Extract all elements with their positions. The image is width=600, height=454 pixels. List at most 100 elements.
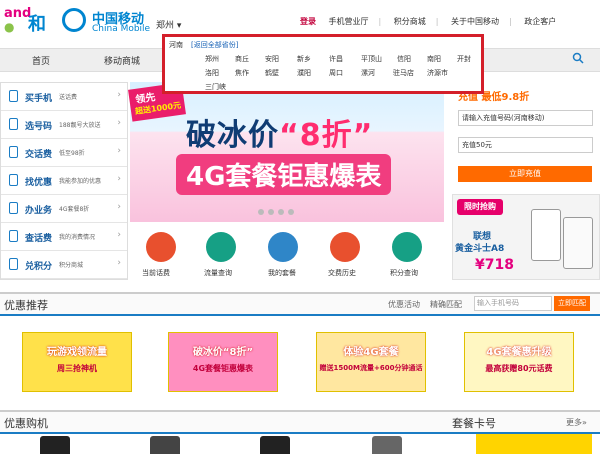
menu-pick-number[interactable]: 选号码 188靓号大放送 › xyxy=(1,111,127,139)
nav-mall[interactable]: 移动商城 xyxy=(104,54,140,67)
phone-image xyxy=(563,217,593,269)
nav-home[interactable]: 首页 xyxy=(32,54,50,67)
banner-subheadline: 4G套餐钜惠爆表 xyxy=(176,154,392,195)
chevron-right-icon: › xyxy=(117,230,121,240)
left-menu: 买手机 送话费 › 选号码 188靓号大放送 › 交话费 低至98折 › 找优惠 我能参加的优… xyxy=(0,82,128,280)
back-to-provinces-link[interactable]: [返回全部省份] xyxy=(191,40,238,50)
chevron-right-icon: › xyxy=(117,90,121,100)
phones-section-header: 优惠购机 套餐卡号 更多» xyxy=(0,410,600,434)
city-option[interactable]: 开封 xyxy=(457,54,471,64)
quick-label-history[interactable]: 交费历史 xyxy=(328,268,356,278)
flash-sale-badge: 限时抢购 xyxy=(457,199,503,215)
menu-check-bill[interactable]: 查话费 我的消费情况 › xyxy=(1,223,127,251)
city-option[interactable]: 漯河 xyxy=(361,68,375,78)
city-option[interactable]: 驻马店 xyxy=(393,68,414,78)
quick-label-data[interactable]: 流量查询 xyxy=(204,268,232,278)
quick-label-points[interactable]: 积分查询 xyxy=(390,268,418,278)
and-logo[interactable]: and ● 和 xyxy=(4,6,48,35)
menu-redeem-points[interactable]: 兑积分 积分商城 › xyxy=(1,251,127,279)
gift-icon xyxy=(9,258,18,270)
current-bill-icon[interactable] xyxy=(146,232,176,262)
payment-history-icon[interactable] xyxy=(330,232,360,262)
search-icon[interactable] xyxy=(572,52,584,64)
my-plan-icon[interactable] xyxy=(268,232,298,262)
menu-find-deals[interactable]: 找优惠 我能参加的优惠 › xyxy=(1,167,127,195)
menu-pay-bill[interactable]: 交话费 低至98折 › xyxy=(1,139,127,167)
city-option[interactable]: 周口 xyxy=(329,68,343,78)
about-link[interactable]: 关于中国移动 xyxy=(451,17,499,26)
city-option[interactable]: 焦作 xyxy=(235,68,249,78)
data-usage-icon[interactable] xyxy=(206,232,236,262)
bill-icon xyxy=(9,146,18,158)
logo-he: 和 xyxy=(28,14,46,35)
city-option[interactable]: 信阳 xyxy=(397,54,411,64)
recharge-amount-select[interactable]: 充值50元 xyxy=(458,137,593,153)
top-links: 登录 手机营业厅 | 积分商城 | 关于中国移动 | 政企客户 xyxy=(300,17,557,26)
chevron-right-icon: › xyxy=(117,258,121,268)
phone-promo-card[interactable]: 限时抢购 联想 黄金斗士A8 ¥718 xyxy=(452,194,600,280)
mobile-hall-link[interactable]: 手机营业厅 xyxy=(329,17,369,26)
phone-thumbnail[interactable] xyxy=(260,436,290,454)
city-option[interactable]: 平顶山 xyxy=(361,54,382,64)
city-option[interactable]: 濮阳 xyxy=(297,68,311,78)
enterprise-link[interactable]: 政企客户 xyxy=(524,17,556,26)
city-option[interactable]: 鹤壁 xyxy=(265,68,279,78)
phone-thumbnail[interactable] xyxy=(372,436,402,454)
chevron-right-icon: › xyxy=(117,118,121,128)
promo-card[interactable]: 体验4G套餐 赠送1500M流量+600分钟通话 xyxy=(316,332,426,392)
phone-image xyxy=(531,209,561,261)
brand-name-en: China Mobile xyxy=(92,24,151,34)
menu-buy-phone[interactable]: 买手机 送话费 › xyxy=(1,83,127,111)
quick-label-bill[interactable]: 当前话费 xyxy=(142,268,170,278)
logo-dot: ● xyxy=(4,20,15,34)
chevron-right-icon: › xyxy=(117,146,121,156)
city-option[interactable]: 洛阳 xyxy=(205,68,219,78)
section-title: 优惠购机 xyxy=(4,417,48,430)
match-phone-input[interactable]: 输入手机号码 xyxy=(474,296,552,311)
province-label: 河南 xyxy=(169,41,183,49)
phone-thumbnail[interactable] xyxy=(40,436,70,454)
promo-card[interactable]: 4G套餐惠升级 最高获赠80元话费 xyxy=(464,332,574,392)
city-dropdown: 河南 [返回全部省份] 郑州 商丘 安阳 新乡 许昌 平顶山 信阳 南阳 开封 … xyxy=(162,34,484,94)
points-mall-link[interactable]: 积分商城 xyxy=(394,17,426,26)
chevron-right-icon: › xyxy=(117,174,121,184)
sim-card-banner[interactable] xyxy=(476,434,592,454)
city-option[interactable]: 新乡 xyxy=(297,54,311,64)
city-option[interactable]: 商丘 xyxy=(235,54,249,64)
tab-promotions[interactable]: 优惠活动 xyxy=(388,299,420,310)
phone-icon xyxy=(9,90,18,102)
city-selector[interactable]: 郑州 ▾ xyxy=(156,18,181,31)
deals-section-header: 优惠推荐 优惠活动 精确匹配 输入手机号码 立即匹配 xyxy=(0,292,600,316)
section-title: 优惠推荐 xyxy=(4,299,48,312)
menu-services[interactable]: 办业务 4G套餐8折 › xyxy=(1,195,127,223)
promo-card[interactable]: 破冰价“8折” 4G套餐钜惠爆表 xyxy=(168,332,278,392)
quick-label-plan[interactable]: 我的套餐 xyxy=(268,268,296,278)
sim-icon xyxy=(9,118,18,130)
document-icon xyxy=(9,230,18,242)
phone-thumbnail[interactable] xyxy=(150,436,180,454)
points-query-icon[interactable] xyxy=(392,232,422,262)
city-option[interactable]: 许昌 xyxy=(329,54,343,64)
briefcase-icon xyxy=(9,202,18,214)
product-model: 黄金斗士A8 xyxy=(455,244,505,254)
city-option[interactable]: 南阳 xyxy=(427,54,441,64)
city-option[interactable]: 郑州 xyxy=(205,54,219,64)
banner-headline: 破冰价“8折” xyxy=(186,118,374,153)
plans-section-title: 套餐卡号 xyxy=(452,417,496,430)
login-link[interactable]: 登录 xyxy=(300,17,316,26)
chevron-right-icon: › xyxy=(117,202,121,212)
city-option[interactable]: 三门峡 xyxy=(205,82,226,92)
tab-exact-match[interactable]: 精确匹配 xyxy=(430,299,462,310)
city-option[interactable]: 安阳 xyxy=(265,54,279,64)
recharge-button[interactable]: 立即充值 xyxy=(458,166,592,182)
china-mobile-logo-icon[interactable] xyxy=(62,8,86,32)
product-price: ¥718 xyxy=(475,257,514,273)
carousel-dots[interactable] xyxy=(258,208,298,217)
promo-card[interactable]: 玩游戏领流量 周三抢神机 xyxy=(22,332,132,392)
tag-icon xyxy=(9,174,18,186)
match-button[interactable]: 立即匹配 xyxy=(554,296,590,311)
city-option[interactable]: 济源市 xyxy=(427,68,448,78)
recharge-panel: 充值 最低9.8折 请输入充值号码(河南移动) 充值50元 立即充值 限时抢购 … xyxy=(452,82,600,290)
recharge-phone-input[interactable]: 请输入充值号码(河南移动) xyxy=(458,110,593,126)
more-link[interactable]: 更多» xyxy=(566,417,587,428)
